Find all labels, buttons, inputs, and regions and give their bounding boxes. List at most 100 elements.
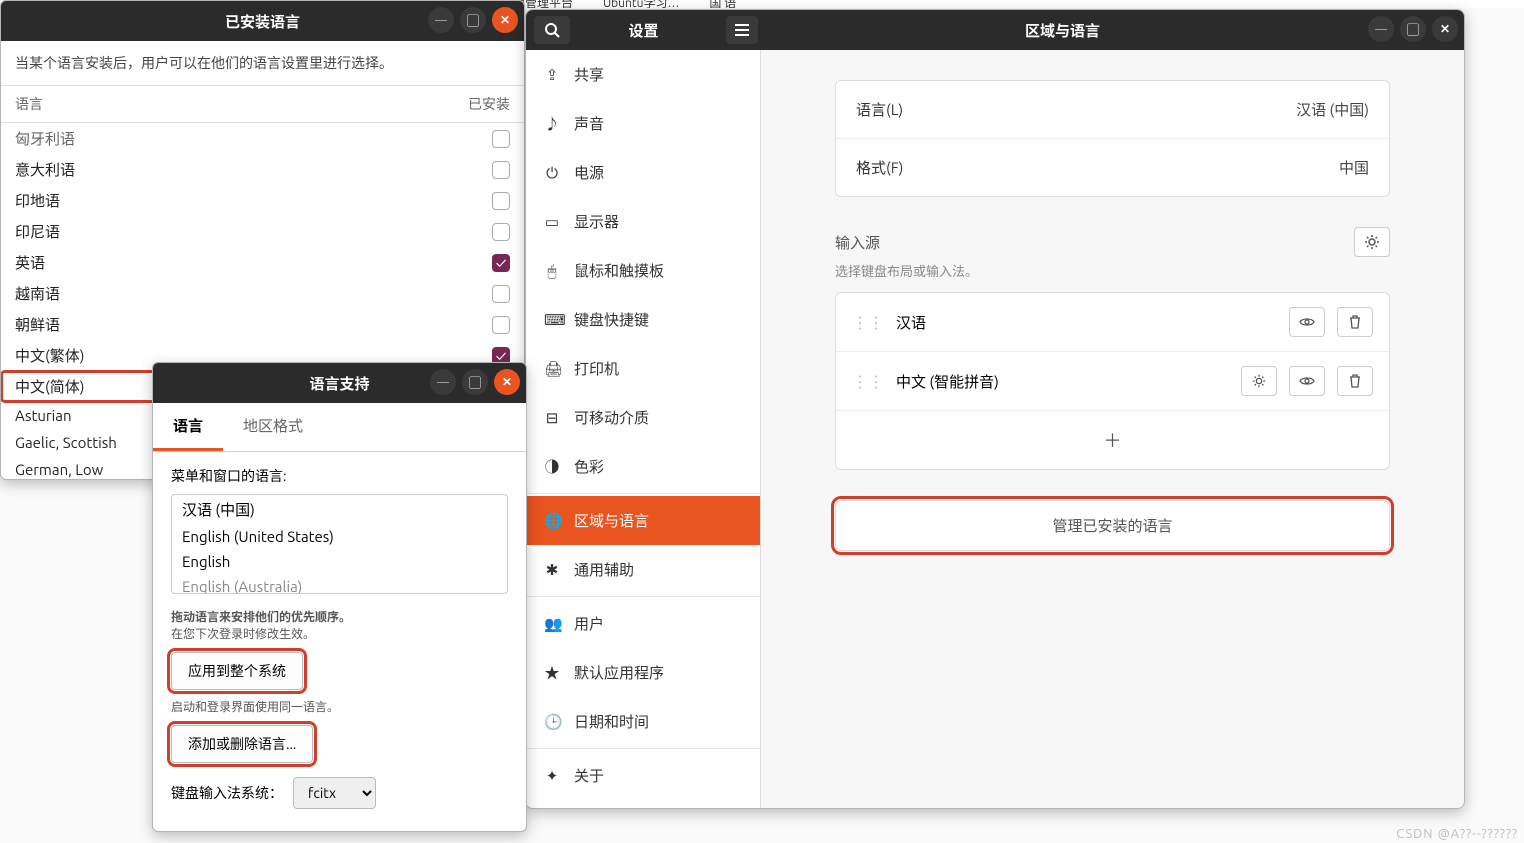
language-row[interactable]: 朝鲜语: [1, 309, 524, 340]
maximize-icon[interactable]: ▢: [1400, 16, 1426, 42]
sidebar-label: 键盘快捷键: [574, 309, 649, 330]
language-support-dialog: 语言支持 ─ ▢ ✕ 语言 地区格式 菜单和窗口的语言: 汉语 (中国)Engl…: [152, 362, 527, 832]
sidebar-item[interactable]: ⏻电源: [526, 148, 760, 197]
browser-tab[interactable]: Ubuntu学习…: [603, 0, 679, 8]
sidebar-label: 打印机: [574, 358, 619, 379]
apply-system-button[interactable]: 应用到整个系统: [171, 652, 303, 690]
language-order-item[interactable]: English (United States): [172, 524, 507, 549]
sidebar-separator: [526, 596, 760, 597]
installed-checkbox[interactable]: [492, 223, 510, 241]
sidebar-icon: 🖱: [544, 262, 560, 280]
close-icon[interactable]: ✕: [494, 369, 520, 395]
language-format-group: 语言(L) 汉语 (中国) 格式(F) 中国: [835, 80, 1390, 197]
sidebar-item[interactable]: ▭显示器: [526, 197, 760, 246]
minimize-icon[interactable]: ─: [430, 369, 456, 395]
drag-hint-line1: 拖动语言来安排他们的优先顺序。: [171, 611, 351, 624]
region-language-content: 语言(L) 汉语 (中国) 格式(F) 中国 输入源 选择键盘布局或输入法。 ⋮…: [761, 50, 1464, 808]
minimize-icon[interactable]: ─: [1368, 16, 1394, 42]
sidebar-label: 区域与语言: [574, 510, 649, 531]
sidebar-icon: 🌐: [544, 512, 560, 530]
language-row[interactable]: 越南语: [1, 278, 524, 309]
sidebar-icon: ◑: [544, 456, 560, 477]
installed-checkbox[interactable]: ✓: [492, 254, 510, 272]
drag-handle-icon[interactable]: ⋮⋮: [852, 372, 884, 391]
sidebar-item[interactable]: 🖱 鼠标和触摸板: [526, 246, 760, 295]
sidebar-label: 鼠标和触摸板: [574, 260, 664, 281]
source-settings-button[interactable]: [1241, 366, 1277, 396]
sidebar-item[interactable]: ✱通用辅助: [526, 545, 760, 594]
installed-titlebar: 已安装语言 ─ ▢ ✕: [1, 1, 524, 41]
sidebar-item[interactable]: ✦关于: [526, 751, 760, 800]
language-order-item[interactable]: 汉语 (中国): [172, 495, 507, 524]
language-row[interactable]: 印尼语: [1, 216, 524, 247]
sidebar-item[interactable]: ⌨键盘快捷键: [526, 295, 760, 344]
menu-language-label: 菜单和窗口的语言:: [171, 466, 508, 486]
close-icon[interactable]: ✕: [1432, 16, 1458, 42]
language-name: 朝鲜语: [15, 314, 60, 335]
language-label: 语言(L): [856, 99, 903, 120]
view-layout-button[interactable]: [1289, 307, 1325, 337]
installed-checkbox[interactable]: [492, 285, 510, 303]
sidebar-item[interactable]: ⇪共享: [526, 50, 760, 99]
installed-checkbox[interactable]: [492, 161, 510, 179]
sidebar-icon: ⊟: [544, 409, 560, 427]
sidebar-label: 色彩: [574, 456, 604, 477]
add-input-source-button[interactable]: ＋: [836, 411, 1389, 469]
view-layout-button[interactable]: [1289, 366, 1325, 396]
sidebar-item[interactable]: ♪ 声音: [526, 99, 760, 148]
installed-checkbox[interactable]: [492, 316, 510, 334]
language-name: 越南语: [15, 283, 60, 304]
sidebar-item[interactable]: 👥用户: [526, 599, 760, 648]
minimize-icon[interactable]: ─: [428, 7, 454, 33]
input-sources-settings-button[interactable]: [1354, 227, 1390, 257]
add-remove-languages-button[interactable]: 添加或删除语言...: [171, 725, 313, 763]
language-name: 英语: [15, 252, 45, 273]
sidebar-label: 日期和时间: [574, 711, 649, 732]
sidebar-item[interactable]: ◑ 色彩: [526, 442, 760, 491]
manage-installed-languages-button[interactable]: 管理已安装的语言: [835, 500, 1390, 551]
tab-language[interactable]: 语言: [153, 403, 223, 451]
ime-select[interactable]: fcitx: [293, 777, 376, 809]
sidebar-label: 声音: [574, 113, 604, 134]
input-sources-subtitle: 选择键盘布局或输入法。: [835, 261, 1390, 280]
sidebar-icon: ⏻: [544, 164, 560, 182]
close-icon[interactable]: ✕: [492, 7, 518, 33]
language-order-item[interactable]: English (Australia): [172, 574, 507, 594]
language-name: 中文(简体): [15, 376, 84, 397]
sidebar-item[interactable]: ★默认应用程序: [526, 648, 760, 697]
drag-hint-line2: 在您下次登录时修改生效。: [171, 628, 315, 641]
sidebar-item[interactable]: 🖨打印机: [526, 344, 760, 393]
drag-hint: 拖动语言来安排他们的优先顺序。 在您下次登录时修改生效。: [171, 608, 508, 642]
sidebar-icon: ⇪: [544, 66, 560, 84]
remove-source-button[interactable]: [1337, 307, 1373, 337]
support-tabs: 语言 地区格式: [153, 403, 526, 452]
language-order-list[interactable]: 汉语 (中国)English (United States)EnglishEng…: [171, 494, 508, 594]
browser-tab[interactable]: 国 语: [709, 0, 736, 8]
remove-source-button[interactable]: [1337, 366, 1373, 396]
drag-handle-icon[interactable]: ⋮⋮: [852, 313, 884, 332]
support-title: 语言支持: [309, 373, 369, 394]
language-row[interactable]: 英语 ✓: [1, 247, 524, 278]
format-row[interactable]: 格式(F) 中国: [836, 139, 1389, 196]
tab-region-format[interactable]: 地区格式: [223, 403, 323, 451]
input-source-row: ⋮⋮中文 (智能拼音): [836, 352, 1389, 411]
sidebar-item[interactable]: 🌐 区域与语言: [526, 496, 760, 545]
installed-checkbox[interactable]: [492, 192, 510, 210]
sidebar-item[interactable]: 🕒日期和时间: [526, 697, 760, 746]
settings-titlebar: 设置 区域与语言 ─ ▢ ✕: [526, 10, 1464, 50]
input-source-name: 汉语: [896, 312, 1277, 333]
sidebar-item[interactable]: ⊟可移动介质: [526, 393, 760, 442]
language-name: 匈牙利语: [15, 128, 75, 149]
maximize-icon[interactable]: ▢: [462, 369, 488, 395]
language-name: 中文(繁体): [15, 345, 84, 366]
language-row[interactable]: 语言(L) 汉语 (中国): [836, 81, 1389, 139]
sidebar-icon: ★: [544, 662, 560, 683]
watermark: CSDN @A??--??????: [1396, 827, 1518, 841]
installed-checkbox[interactable]: [492, 130, 510, 148]
maximize-icon[interactable]: ▢: [460, 7, 486, 33]
language-order-item[interactable]: English: [172, 549, 507, 574]
language-row[interactable]: 印地语: [1, 185, 524, 216]
language-row[interactable]: 意大利语: [1, 154, 524, 185]
sidebar-icon: ♪: [544, 113, 560, 134]
language-row[interactable]: 匈牙利语: [1, 123, 524, 154]
